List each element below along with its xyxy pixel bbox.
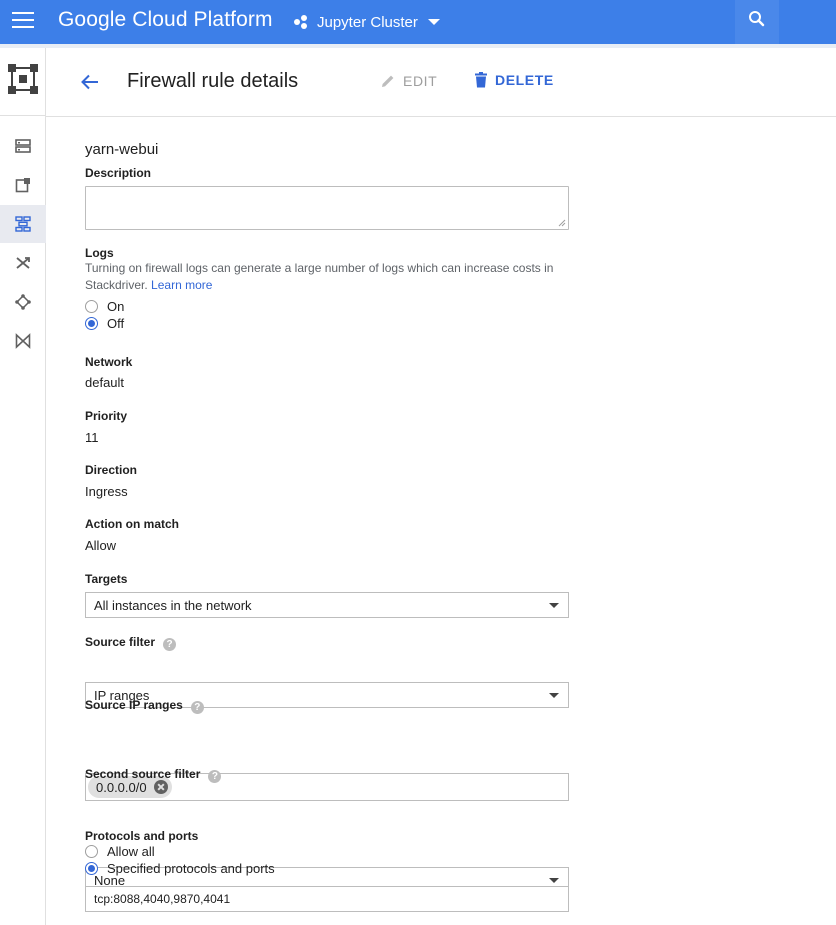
protocols-ports-value: tcp:8088,4040,9870,4041: [94, 892, 231, 906]
description-label: Description: [85, 166, 152, 180]
search-button[interactable]: [735, 0, 779, 44]
shared-vpc-icon: [15, 333, 31, 349]
rail-item-vpc-networks[interactable]: [0, 127, 46, 165]
dropdown-arrow-icon: [549, 878, 559, 883]
allow-all-label: Allow all: [107, 844, 155, 859]
pencil-icon: [382, 75, 394, 87]
network-label: Network: [85, 355, 133, 369]
second-source-label: Second source filter?: [85, 767, 222, 783]
help-icon[interactable]: ?: [190, 701, 204, 714]
search-icon: [749, 11, 765, 27]
left-nav-rail: [0, 48, 46, 925]
rail-divider: [0, 115, 46, 116]
source-filter-label: Source filter?: [85, 635, 177, 651]
logs-off-radio[interactable]: Off: [85, 315, 124, 332]
learn-more-link[interactable]: Learn more: [151, 278, 212, 292]
rail-item-routes[interactable]: [0, 244, 46, 282]
help-icon[interactable]: ?: [208, 770, 222, 783]
server-icon: [15, 139, 31, 153]
dropdown-arrow-icon: [549, 693, 559, 698]
menu-icon[interactable]: [12, 12, 34, 30]
rail-item-vpc-peering[interactable]: [0, 283, 46, 321]
protocols-ports-input[interactable]: tcp:8088,4040,9870,4041: [85, 886, 569, 912]
protocols-label: Protocols and ports: [85, 829, 199, 843]
project-icon: [294, 15, 308, 29]
edit-label: EDIT: [403, 73, 438, 89]
priority-label: Priority: [85, 409, 128, 423]
page-header: Firewall rule details EDIT DELETE: [46, 48, 836, 117]
priority-value: 11: [85, 430, 99, 445]
external-ip-icon: [15, 178, 30, 193]
targets-value: All instances in the network: [94, 597, 252, 613]
rail-item-external-ip[interactable]: [0, 166, 46, 204]
description-field[interactable]: [85, 186, 569, 230]
specified-protocols-radio[interactable]: Specified protocols and ports: [85, 860, 275, 877]
peering-icon: [15, 294, 31, 310]
network-value: default: [85, 375, 125, 390]
radio-button-checked[interactable]: [85, 317, 98, 330]
resize-handle-icon[interactable]: [558, 219, 566, 227]
chevron-down-icon: [427, 19, 440, 25]
page-title: Firewall rule details: [127, 70, 299, 92]
vpc-network-logo-icon: [8, 64, 38, 94]
brand-title[interactable]: Google Cloud Platform: [58, 8, 273, 32]
source-ip-label: Source IP ranges?: [85, 698, 204, 714]
logs-on-radio[interactable]: On: [85, 298, 124, 315]
rail-item-shared-vpc[interactable]: [0, 322, 46, 360]
logs-label: Logs: [85, 246, 114, 260]
radio-button[interactable]: [85, 845, 98, 858]
logs-off-label: Off: [107, 316, 125, 331]
direction-value: Ingress: [85, 484, 128, 499]
rule-name: yarn-webui: [85, 141, 159, 158]
firewall-icon: [15, 216, 31, 232]
action-label: Action on match: [85, 517, 180, 531]
project-selector[interactable]: Jupyter Cluster: [294, 11, 440, 33]
dropdown-arrow-icon: [549, 603, 559, 608]
second-source-text: Second source filter: [85, 767, 201, 781]
targets-select[interactable]: All instances in the network: [85, 592, 569, 618]
radio-button-checked[interactable]: [85, 862, 98, 875]
targets-label: Targets: [85, 572, 128, 586]
action-value: Allow: [85, 538, 117, 553]
radio-button[interactable]: [85, 300, 98, 313]
allow-all-radio[interactable]: Allow all: [85, 843, 155, 860]
delete-button[interactable]: DELETE: [474, 72, 554, 88]
delete-label: DELETE: [495, 72, 554, 88]
logs-help-text: Turning on firewall logs can generate a …: [85, 260, 565, 294]
source-ip-text: Source IP ranges: [85, 698, 183, 712]
trash-icon: [475, 72, 487, 88]
specified-protocols-label: Specified protocols and ports: [107, 861, 275, 876]
direction-label: Direction: [85, 463, 138, 477]
project-name: Jupyter Cluster: [317, 13, 418, 31]
logs-on-label: On: [107, 299, 125, 314]
edit-button[interactable]: EDIT: [380, 73, 437, 89]
rule-details: yarn-webui Description Logs Turning on f…: [85, 117, 585, 912]
routes-icon: [16, 257, 30, 269]
top-app-bar: Google Cloud Platform Jupyter Cluster: [0, 0, 836, 44]
back-arrow-icon[interactable]: [78, 70, 102, 94]
source-filter-text: Source filter: [85, 635, 156, 649]
help-icon[interactable]: ?: [163, 638, 177, 651]
rail-item-firewall-rules[interactable]: [0, 205, 46, 243]
